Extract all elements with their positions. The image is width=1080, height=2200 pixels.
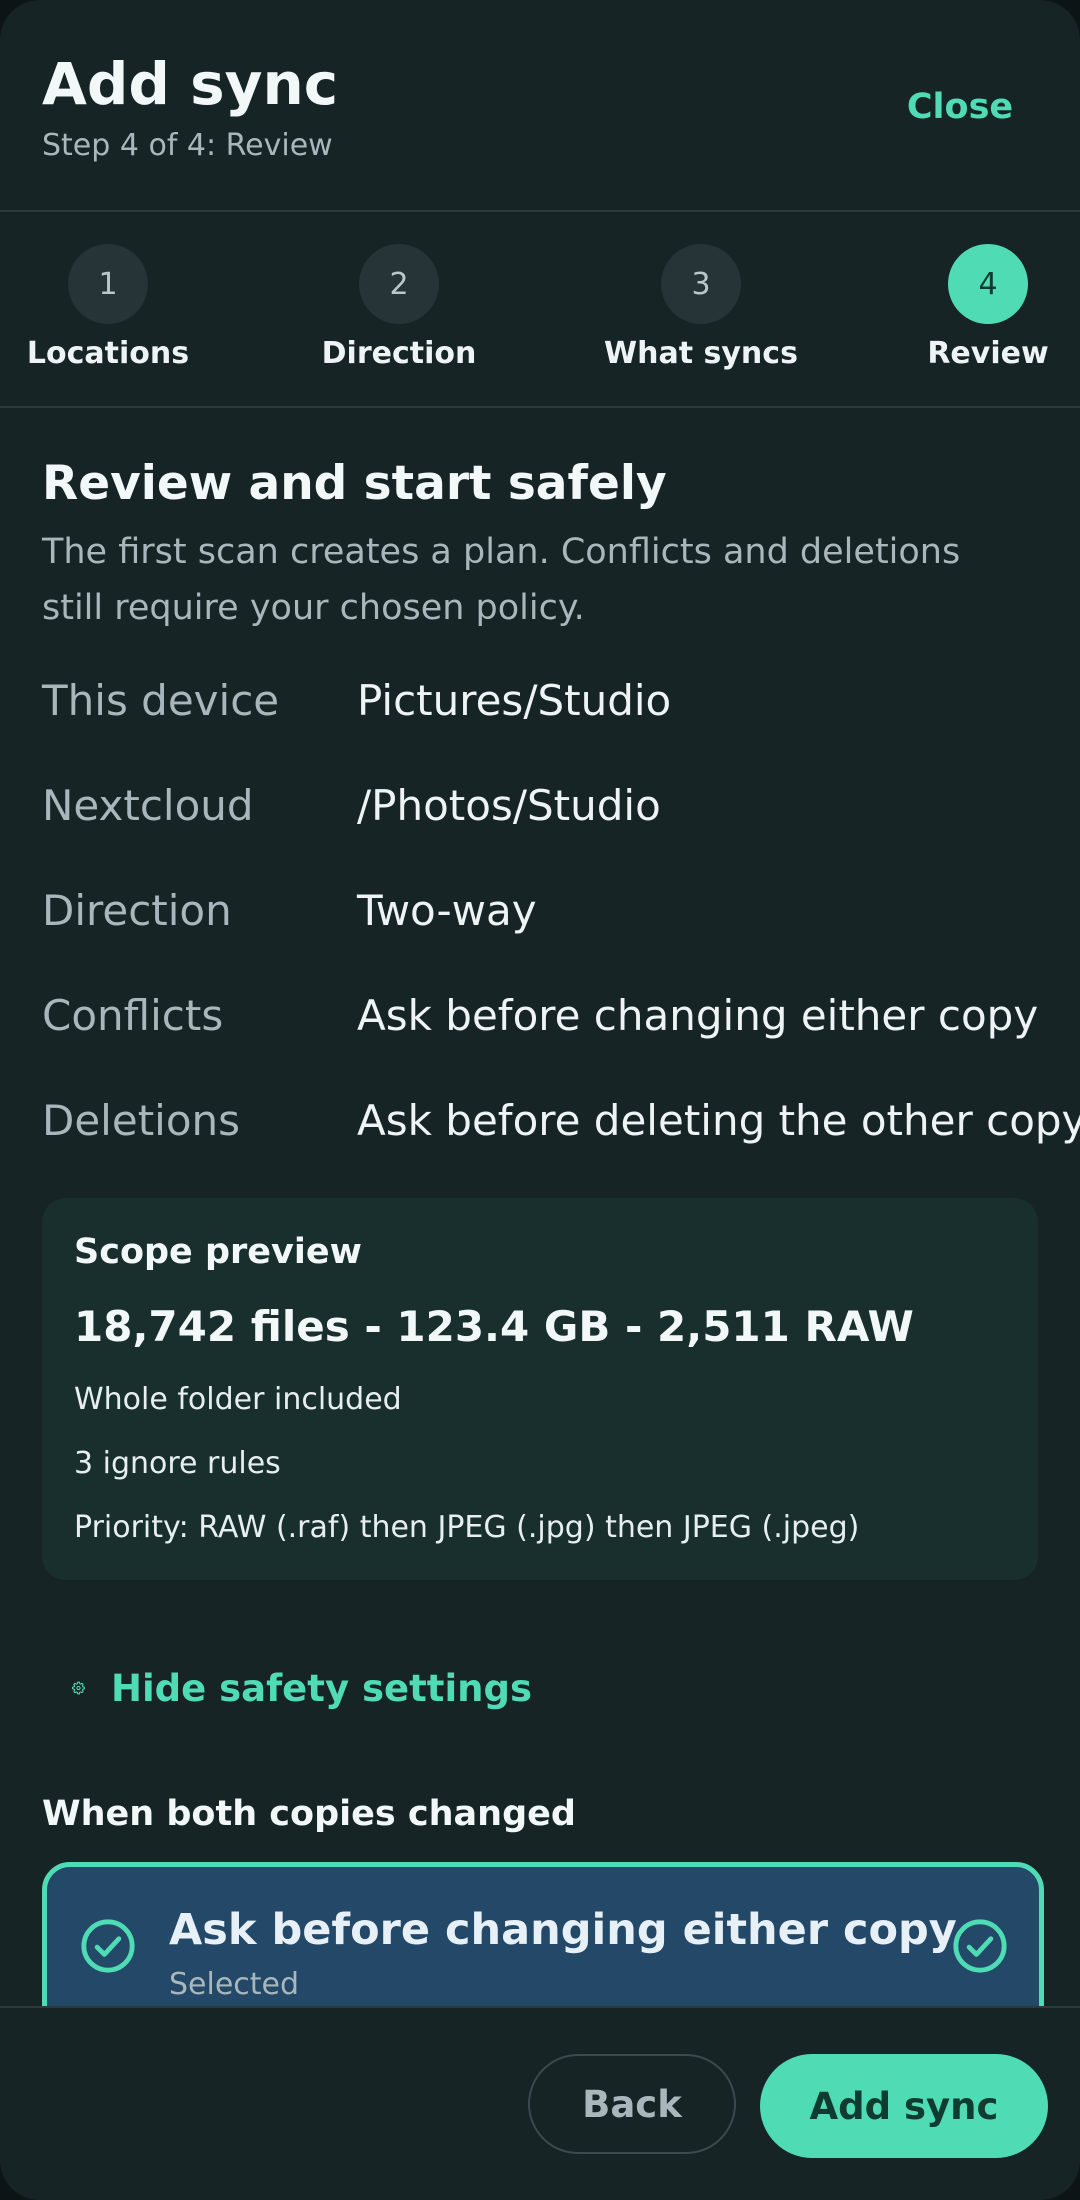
check-circle-icon <box>81 1919 135 1973</box>
review-row-key: Nextcloud <box>42 781 254 830</box>
step-locations[interactable]: 1 Locations <box>0 244 228 384</box>
safety-toggle-label: Hide safety settings <box>110 1666 532 1710</box>
step-number-circle: 4 <box>948 244 1028 324</box>
sheet-header: Add sync Step 4 of 4: Review Close <box>0 0 1080 212</box>
page-title: Add sync <box>42 50 339 118</box>
scope-stats: 18,742 files - 123.4 GB - 2,511 RAW <box>74 1302 914 1351</box>
step-number-circle: 3 <box>661 244 741 324</box>
add-sync-button[interactable]: Add sync <box>760 2054 1048 2158</box>
review-row-conflicts: Conflicts Ask before changing either cop… <box>42 991 1052 1051</box>
review-description: The first scan creates a plan. Conflicts… <box>42 532 961 628</box>
review-row-deletions: Deletions Ask before deleting the other … <box>42 1096 1080 1156</box>
close-button[interactable]: Close <box>880 72 1040 142</box>
review-row-nextcloud: Nextcloud /Photos/Studio <box>42 781 1052 841</box>
review-row-key: This device <box>42 676 280 725</box>
check-circle-icon <box>953 1919 1007 1973</box>
scope-preview-card: Scope preview 18,742 files - 123.4 GB - … <box>42 1198 1038 1580</box>
sheet-footer: Back Add sync <box>0 2006 1080 2200</box>
review-row-device: This device Pictures/Studio <box>42 676 1052 736</box>
step-label: What syncs <box>604 336 798 371</box>
hide-safety-settings-button[interactable]: Hide safety settings <box>72 1656 532 1720</box>
conflict-policy-heading: When both copies changed <box>42 1794 576 1834</box>
step-number-circle: 2 <box>359 244 439 324</box>
step-number-circle: 1 <box>68 244 148 324</box>
review-row-value: Pictures/Studio <box>357 676 672 725</box>
step-direction[interactable]: 2 Direction <box>279 244 519 384</box>
step-what-syncs[interactable]: 3 What syncs <box>581 244 821 384</box>
back-button[interactable]: Back <box>528 2054 736 2154</box>
review-row-value: Ask before deleting the other copy <box>357 1096 1080 1145</box>
option-status: Selected <box>169 1967 300 2002</box>
step-review[interactable]: 4 Review <box>868 244 1080 384</box>
step-label: Direction <box>321 336 477 371</box>
add-sync-sheet: Add sync Step 4 of 4: Review Close 1 Loc… <box>0 0 1080 2200</box>
review-row-value: /Photos/Studio <box>357 781 661 830</box>
scope-title: Scope preview <box>74 1232 362 1272</box>
review-row-direction: Direction Two-way <box>42 886 1052 946</box>
option-title: Ask before changing either copy <box>169 1905 957 1955</box>
scope-line: Priority: RAW (.raf) then JPEG (.jpg) th… <box>74 1510 860 1545</box>
scope-line: Whole folder included <box>74 1382 402 1417</box>
scope-line: 3 ignore rules <box>74 1446 281 1481</box>
step-label: Review <box>927 336 1049 371</box>
step-label: Locations <box>26 336 190 371</box>
step-subtitle: Step 4 of 4: Review <box>42 128 333 163</box>
stepper-divider <box>0 406 1080 408</box>
review-row-key: Deletions <box>42 1096 241 1145</box>
gear-icon <box>72 1681 85 1695</box>
review-row-value: Ask before changing either copy <box>357 991 1039 1040</box>
review-row-key: Direction <box>42 886 232 935</box>
review-row-value: Two-way <box>357 886 537 935</box>
header-divider <box>0 210 1080 212</box>
review-row-key: Conflicts <box>42 991 224 1040</box>
review-title: Review and start safely <box>42 456 667 511</box>
